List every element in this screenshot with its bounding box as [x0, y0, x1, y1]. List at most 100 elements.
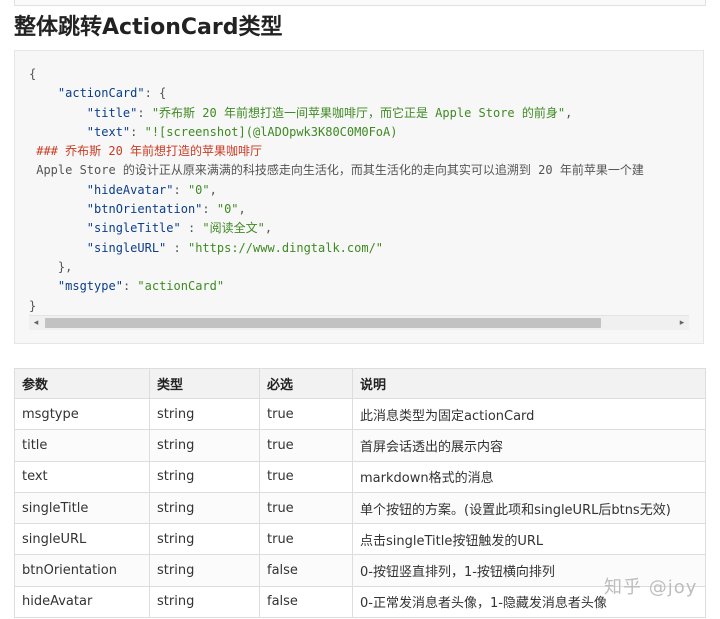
code-token: "text"	[86, 124, 131, 139]
cell-required: true	[259, 523, 353, 556]
code-token: :	[137, 105, 152, 120]
code-token: "阅读全文"	[202, 221, 265, 236]
cell-param: text	[14, 460, 150, 493]
code-token: "singleURL"	[86, 240, 167, 255]
cell-required: true	[259, 429, 353, 462]
page-title: 整体跳转ActionCard类型	[14, 15, 283, 40]
cell-param: msgtype	[14, 397, 150, 431]
cell-description: 单个按钮的方案。(设置此项和singleURL后btns无效)	[352, 491, 706, 525]
header-type: 类型	[149, 368, 260, 399]
cell-type: string	[149, 585, 260, 619]
code-token: "https://www.dingtalk.com/"	[187, 240, 384, 255]
cell-type: string	[149, 523, 260, 556]
cell-type: string	[149, 429, 260, 462]
cell-param: title	[14, 429, 150, 462]
code-line: "hideAvatar": "0",	[29, 181, 699, 200]
scroll-right-icon[interactable]: ▸	[675, 316, 689, 330]
code-token: :	[130, 124, 145, 139]
code-line: "singleTitle" : "阅读全文",	[29, 219, 699, 238]
code-token: "actionCard"	[137, 279, 225, 294]
table-body: msgtype string true 此消息类型为固定actionCard title…	[14, 397, 706, 619]
horizontal-scrollbar[interactable]: ◂ ▸	[29, 315, 689, 330]
code-token: "hideAvatar"	[86, 182, 174, 197]
cell-description: 点击singleTitle按钮触发的URL	[352, 523, 706, 556]
code-token: ,	[565, 105, 573, 120]
code-token: ,	[209, 182, 217, 197]
code-token: :	[202, 202, 217, 217]
code-token: }	[29, 298, 37, 313]
code-token: "0"	[216, 202, 239, 217]
watermark: 知乎 @joy	[604, 577, 698, 598]
cell-type: string	[149, 460, 260, 493]
code-token: "msgtype"	[57, 279, 123, 294]
code-line: {	[29, 65, 699, 84]
cell-description: 首屏会话透出的展示内容	[352, 429, 706, 462]
code-line: "text": "![screenshot](@lADOpwk3K80C0M0F…	[29, 123, 699, 142]
cell-required: true	[259, 460, 353, 493]
code-line: "singleURL" : "https://www.dingtalk.com/…	[29, 239, 699, 258]
code-line: "title": "乔布斯 20 年前想打造一间苹果咖啡厅，而它正是 Apple…	[29, 104, 699, 123]
cell-type: string	[149, 397, 260, 431]
code-line: "btnOrientation": "0",	[29, 200, 699, 219]
cell-required: true	[259, 397, 353, 431]
code-token: "0"	[187, 182, 210, 197]
cell-description: markdown格式的消息	[352, 460, 706, 493]
code-content: { "actionCard": { "title": "乔布斯 20 年前想打造…	[29, 65, 699, 325]
cell-param: btnOrientation	[14, 554, 150, 587]
cell-required: true	[259, 491, 353, 525]
table-row: title string true 首屏会话透出的展示内容	[14, 429, 706, 462]
header-required: 必选	[259, 368, 353, 399]
code-line: },	[29, 258, 699, 277]
code-token: ### 乔布斯 20 年前想打造的苹果咖啡厅	[29, 144, 263, 159]
code-line: }	[29, 297, 699, 316]
cell-required: false	[259, 585, 353, 619]
table-header-row: 参数 类型 必选 说明	[14, 368, 706, 399]
previous-section-edge	[14, 0, 706, 6]
code-token: "btnOrientation"	[86, 202, 203, 217]
scroll-left-icon[interactable]: ◂	[29, 316, 43, 330]
code-token: :	[180, 221, 203, 236]
cell-required: false	[259, 554, 353, 587]
table-row: msgtype string true 此消息类型为固定actionCard	[14, 397, 706, 431]
code-token: "![screenshot](@lADOpwk3K80C0M0FoA)	[144, 124, 398, 139]
code-line: ### 乔布斯 20 年前想打造的苹果咖啡厅	[29, 142, 699, 161]
code-token: "乔布斯 20 年前想打造一间苹果咖啡厅，而它正是 Apple Store 的前…	[151, 105, 566, 120]
cell-param: singleTitle	[14, 491, 150, 525]
table-row: btnOrientation string false 0-按钮竖直排列，1-按钮横向…	[14, 554, 706, 587]
code-token: },	[29, 259, 73, 274]
cell-description: 此消息类型为固定actionCard	[352, 397, 706, 431]
table-row: hideAvatar string false 0-正常发消息者头像，1-隐藏发消息者…	[14, 585, 706, 619]
code-token: ,	[264, 221, 273, 236]
code-token: "singleTitle"	[86, 221, 181, 236]
code-line: Apple Store 的设计正从原来满满的科技感走向生活化，而其生活化的走向其…	[29, 161, 699, 180]
code-token: "title"	[86, 105, 138, 120]
code-token: {	[29, 67, 37, 81]
code-token: : {	[144, 86, 167, 101]
code-token: "actionCard"	[57, 86, 145, 101]
table-row: singleTitle string true 单个按钮的方案。(设置此项和singl…	[14, 491, 706, 525]
code-block: { "actionCard": { "title": "乔布斯 20 年前想打造…	[14, 50, 704, 344]
cell-param: singleURL	[14, 523, 150, 556]
table-row: singleURL string true 点击singleTitle按钮触发的URL	[14, 523, 706, 556]
scrollbar-thumb[interactable]	[45, 318, 601, 328]
table-row: text string true markdown格式的消息	[14, 460, 706, 493]
code-token: Apple Store 的设计正从原来满满的科技感走向生活化，而其生活化的走向其…	[29, 163, 644, 178]
code-line: "actionCard": {	[29, 84, 699, 103]
code-token: :	[122, 279, 138, 294]
code-token: ,	[238, 202, 246, 217]
code-line: "msgtype": "actionCard"	[29, 277, 699, 296]
cell-type: string	[149, 554, 260, 587]
code-token: :	[173, 182, 188, 197]
code-token: :	[166, 240, 188, 255]
header-param: 参数	[14, 368, 150, 399]
cell-param: hideAvatar	[14, 585, 150, 619]
cell-type: string	[149, 491, 260, 525]
